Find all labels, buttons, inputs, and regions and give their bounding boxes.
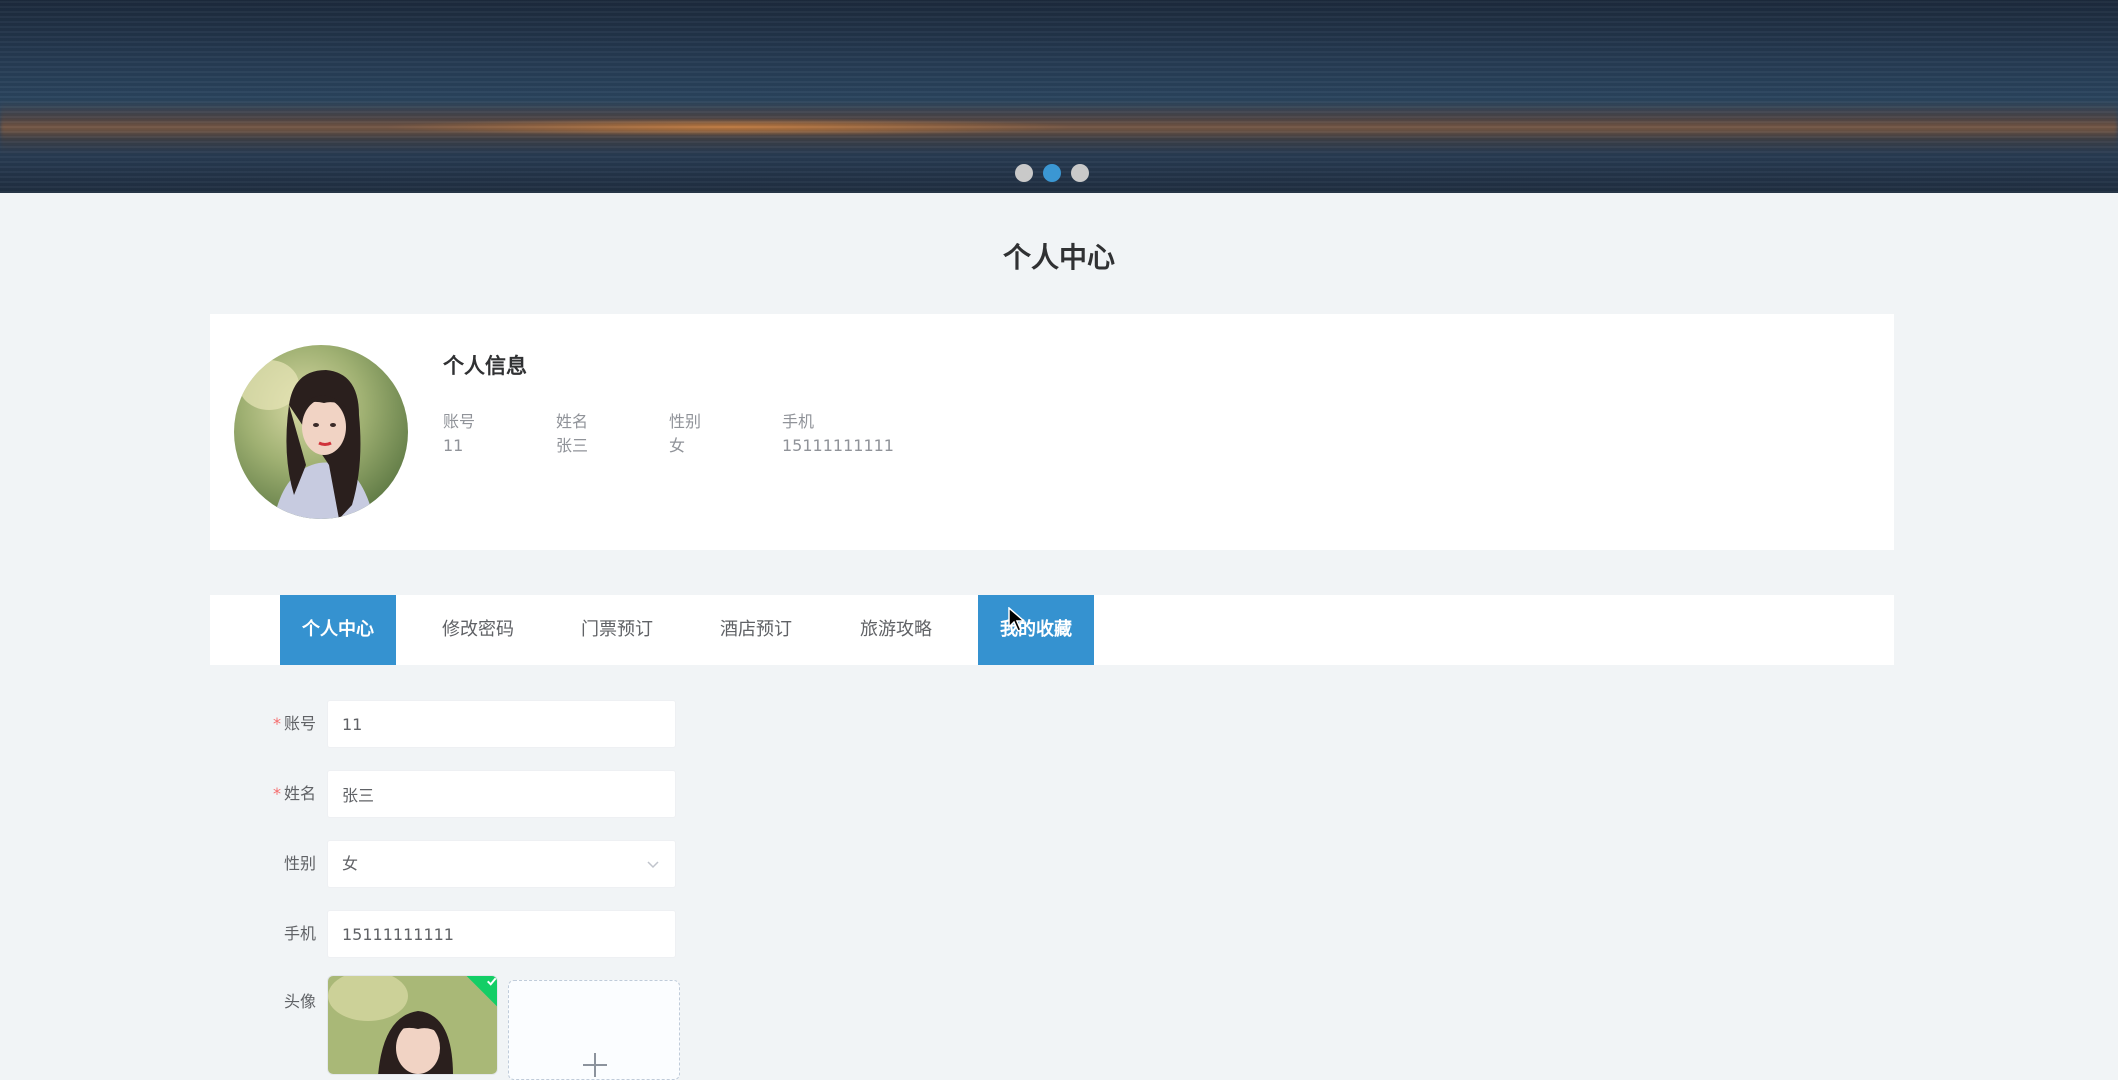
avatar-thumbnail-image <box>328 976 497 1074</box>
phone-input[interactable] <box>327 910 676 958</box>
form-row-account: * 账号 <box>210 700 710 748</box>
name-label: * 姓名 <box>273 770 316 818</box>
tabs-bar: 个人中心 修改密码 门票预订 酒店预订 旅游攻略 我的收藏 <box>210 595 1894 665</box>
cursor-icon <box>1008 607 1026 632</box>
avatar-upload-thumbnail[interactable] <box>327 975 498 1075</box>
tab-change-password[interactable]: 修改密码 <box>420 595 536 665</box>
profile-fields: 账号 11 姓名 张三 性别 女 手机 15111111111 <box>443 410 895 458</box>
profile-field-label: 手机 <box>782 412 815 431</box>
profile-field-value: 女 <box>669 436 686 455</box>
profile-field-value: 张三 <box>556 436 589 455</box>
gender-select[interactable]: 女 <box>327 840 676 888</box>
plus-icon <box>583 1053 607 1077</box>
carousel-indicators <box>1015 164 1089 182</box>
form-row-phone: 手机 <box>210 910 710 958</box>
tab-my-favorites[interactable]: 我的收藏 <box>978 595 1094 665</box>
tab-ticket-booking[interactable]: 门票预订 <box>559 595 675 665</box>
phone-label: 手机 <box>283 924 316 943</box>
chevron-down-icon <box>647 861 659 869</box>
required-mark: * <box>272 714 281 733</box>
form-row-name: * 姓名 <box>210 770 710 818</box>
account-label-text: 账号 <box>283 714 316 733</box>
profile-field-value: 11 <box>443 436 464 455</box>
avatar-image <box>234 345 408 519</box>
tab-hotel-booking[interactable]: 酒店预订 <box>698 595 814 665</box>
carousel-dot-3[interactable] <box>1071 164 1089 182</box>
profile-field-name: 姓名 张三 <box>556 410 669 458</box>
profile-field-label: 姓名 <box>556 412 589 431</box>
tab-travel-guide[interactable]: 旅游攻略 <box>838 595 954 665</box>
profile-field-account: 账号 11 <box>443 410 556 458</box>
required-mark: * <box>272 784 281 803</box>
profile-card: 个人信息 账号 11 姓名 张三 性别 女 手机 15111111111 <box>210 314 1894 550</box>
account-input[interactable] <box>327 700 676 748</box>
tab-personal-center[interactable]: 个人中心 <box>280 595 396 665</box>
profile-title: 个人信息 <box>443 354 527 378</box>
page-title: 个人中心 <box>1002 241 1115 274</box>
name-label-text: 姓名 <box>283 784 316 803</box>
profile-field-gender: 性别 女 <box>669 410 782 458</box>
avatar-upload-button[interactable] <box>508 980 680 1080</box>
avatar-label: 头像 <box>283 992 316 1011</box>
name-input[interactable] <box>327 770 676 818</box>
form-row-gender: 性别 女 <box>210 840 710 888</box>
avatar <box>234 345 408 519</box>
account-label: * 账号 <box>273 700 316 748</box>
profile-field-value: 15111111111 <box>782 436 894 455</box>
carousel-dot-1[interactable] <box>1015 164 1033 182</box>
profile-field-phone: 手机 15111111111 <box>782 410 895 458</box>
check-icon <box>487 977 497 986</box>
gender-label: 性别 <box>283 854 316 873</box>
carousel-dot-2[interactable] <box>1043 164 1061 182</box>
profile-field-label: 账号 <box>443 412 476 431</box>
profile-field-label: 性别 <box>669 412 702 431</box>
gender-select-value: 女 <box>342 854 359 873</box>
banner-carousel <box>0 0 2118 193</box>
